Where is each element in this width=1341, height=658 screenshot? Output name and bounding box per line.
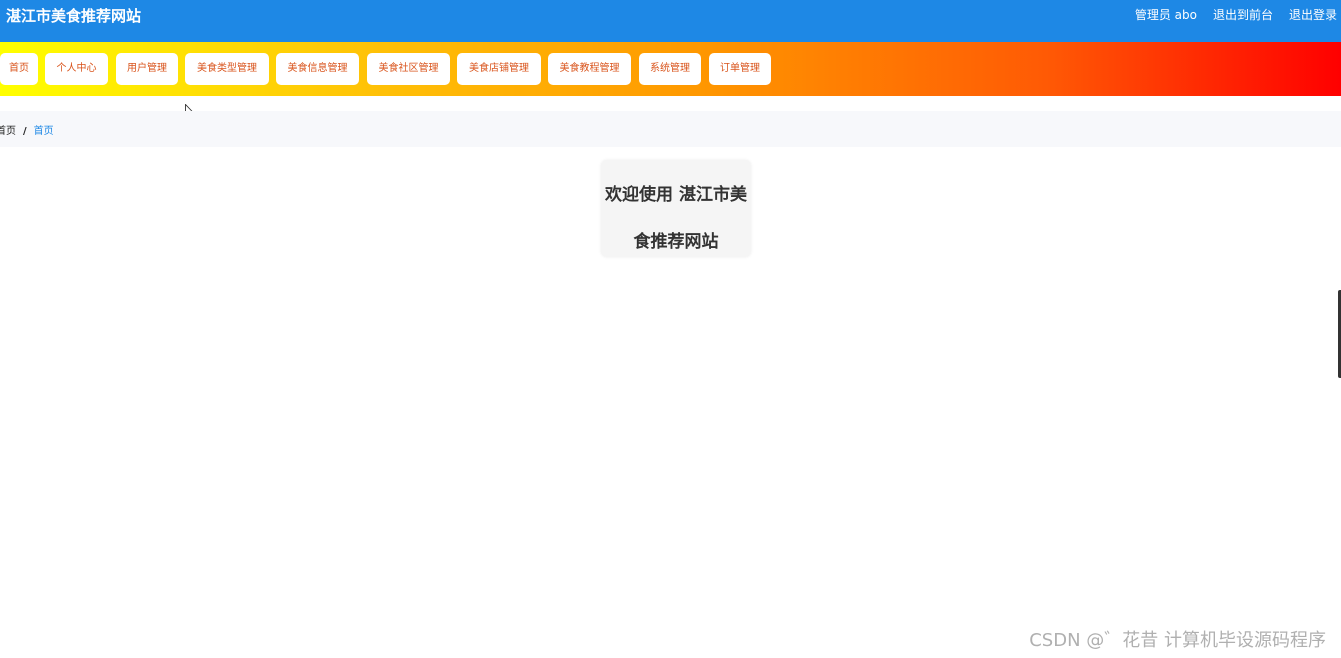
nav-item-food-shop-management[interactable]: 美食店铺管理 [457, 53, 541, 85]
breadcrumb-separator: / [23, 126, 27, 137]
site-title: 湛江市美食推荐网站 [6, 7, 142, 25]
main-nav: 首页 个人中心 用户管理 美食类型管理 美食信息管理 美食社区管理 美食店铺管理… [0, 42, 1341, 96]
nav-item-food-community-management[interactable]: 美食社区管理 [367, 53, 450, 85]
exit-to-frontend-link[interactable]: 退出到前台 [1213, 6, 1273, 23]
breadcrumb-bar: 首页 / 首页 [0, 111, 1341, 147]
nav-item-personal-center[interactable]: 个人中心 [45, 53, 108, 85]
nav-item-food-info-management[interactable]: 美食信息管理 [276, 53, 359, 85]
breadcrumb: 首页 / 首页 [0, 122, 54, 137]
watermark-text: CSDN @゛花昔 计算机毕设源码程序 [1029, 630, 1326, 651]
breadcrumb-current: 首页 [33, 126, 54, 137]
top-links: 管理员 abo 退出到前台 退出登录 [1135, 6, 1337, 23]
nav-item-home[interactable]: 首页 [0, 53, 38, 85]
nav-item-user-management[interactable]: 用户管理 [116, 53, 178, 85]
welcome-card: 欢迎使用 湛江市美食推荐网站 [601, 160, 751, 257]
welcome-text: 欢迎使用 湛江市美食推荐网站 [605, 185, 747, 252]
nav-item-food-tutorial-management[interactable]: 美食教程管理 [548, 53, 631, 85]
nav-item-order-management[interactable]: 订单管理 [709, 53, 771, 85]
logout-link[interactable]: 退出登录 [1289, 6, 1337, 23]
admin-label: 管理员 abo [1134, 8, 1197, 22]
nav-item-system-management[interactable]: 系统管理 [639, 53, 701, 85]
nav-item-food-type-management[interactable]: 美食类型管理 [185, 53, 269, 85]
top-header: 湛江市美食推荐网站 管理员 abo 退出到前台 退出登录 [0, 0, 1341, 42]
breadcrumb-home[interactable]: 首页 [0, 126, 16, 137]
